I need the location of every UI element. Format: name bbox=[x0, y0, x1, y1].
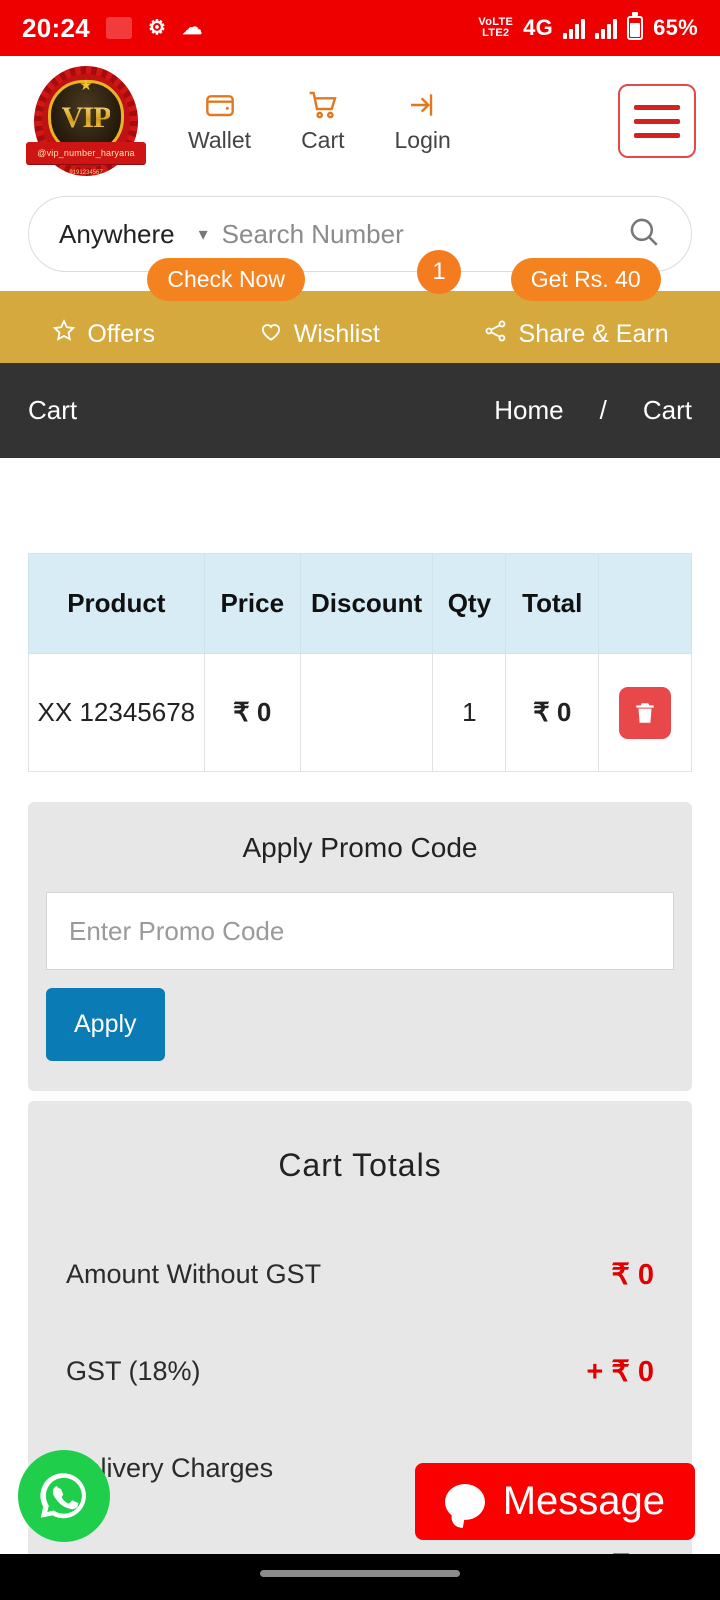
totals-label: Amount Without GST bbox=[66, 1259, 322, 1289]
cell-discount bbox=[299, 653, 434, 772]
quick-action-wishlist[interactable]: Wishlist bbox=[258, 318, 380, 351]
apply-promo-button[interactable]: Apply bbox=[46, 988, 165, 1061]
share-pill-badge[interactable]: Get Rs. 40 bbox=[510, 258, 661, 301]
breadcrumb-trail: Home / Cart bbox=[494, 395, 692, 426]
hamburger-bar bbox=[634, 104, 680, 110]
totals-value: + ₹ 0 bbox=[586, 1356, 654, 1388]
quick-action-offers[interactable]: Check Now Offers bbox=[51, 258, 305, 351]
promo-card: Apply Promo Code Apply bbox=[28, 802, 692, 1091]
battery-icon bbox=[627, 12, 644, 40]
page-title: Cart bbox=[28, 395, 78, 425]
col-price: Price bbox=[203, 553, 301, 654]
header-nav: Wallet Cart Login bbox=[188, 89, 451, 154]
volte-icon: VoLTE LTE2 bbox=[478, 16, 514, 39]
chat-bubble-icon bbox=[444, 1483, 485, 1520]
status-bar-right: VoLTE LTE2 4G 65% bbox=[478, 12, 698, 41]
android-nav-bar bbox=[0, 1554, 720, 1600]
site-header: VIP ★ @vip_number_haryana 9191234567 Wal… bbox=[0, 56, 720, 186]
totals-row-amount-without-gst: Amount Without GST ₹ 0 bbox=[66, 1226, 654, 1323]
phone-screen: 20:24 ⚙ ☁ VoLTE LTE2 4G 65% VIP ★ @vip_n bbox=[0, 0, 720, 1600]
nav-item-wallet-label: Wallet bbox=[188, 126, 252, 153]
table-header-row: Product Price Discount Qty Total bbox=[28, 553, 692, 654]
col-actions bbox=[598, 553, 692, 654]
heart-icon bbox=[258, 318, 284, 351]
wallet-icon bbox=[203, 89, 237, 121]
nav-item-cart-label: Cart bbox=[301, 126, 345, 153]
col-product: Product bbox=[28, 553, 205, 654]
totals-label: GST (18%) bbox=[66, 1356, 201, 1386]
logo-star-icon: ★ bbox=[79, 77, 93, 94]
cell-actions bbox=[598, 653, 692, 772]
breadcrumb-current: Cart bbox=[642, 395, 692, 425]
nav-item-wallet[interactable]: Wallet bbox=[188, 89, 251, 154]
promo-title: Apply Promo Code bbox=[242, 832, 478, 863]
hamburger-bar bbox=[634, 132, 680, 138]
col-qty: Qty bbox=[432, 553, 507, 654]
table-row: XX 12345678 ₹ 0 1 ₹ 0 bbox=[28, 653, 692, 772]
logo-ribbon: @vip_number_haryana bbox=[26, 142, 146, 164]
status-bar-left: 20:24 ⚙ ☁ bbox=[22, 13, 203, 44]
search-icon[interactable] bbox=[627, 215, 661, 254]
signal-bars-2-icon bbox=[595, 17, 618, 39]
breadcrumb-home-link[interactable]: Home bbox=[494, 395, 563, 426]
quick-actions-bar: Check Now Offers Wishlist Get Rs. 40 Sha… bbox=[0, 258, 720, 363]
logo-text: VIP bbox=[61, 101, 112, 134]
breadcrumb: Cart Home / Cart bbox=[0, 363, 720, 458]
settings-gear-icon: ⚙ bbox=[148, 17, 167, 39]
quick-action-offers-label: Offers bbox=[87, 320, 155, 348]
cloud-icon: ☁ bbox=[182, 17, 203, 39]
message-button[interactable]: Message bbox=[414, 1463, 695, 1540]
nav-item-cart[interactable]: Cart bbox=[301, 89, 345, 154]
totals-row-gst: GST (18%) + ₹ 0 bbox=[66, 1323, 654, 1420]
cart-icon bbox=[306, 89, 340, 121]
status-time: 20:24 bbox=[22, 12, 90, 43]
totals-value: ₹ 0 bbox=[611, 1259, 654, 1291]
cell-product[interactable]: XX 12345678 bbox=[28, 653, 205, 772]
breadcrumb-separator: / bbox=[599, 395, 607, 425]
hamburger-bar bbox=[634, 118, 680, 124]
signal-bars-1-icon bbox=[563, 17, 586, 39]
notification-chip-icon bbox=[106, 17, 132, 39]
cell-total: ₹ 0 bbox=[505, 653, 600, 772]
home-indicator[interactable] bbox=[260, 1570, 460, 1577]
location-select-value[interactable]: Anywhere bbox=[59, 219, 175, 250]
battery-percent: 65% bbox=[653, 15, 698, 40]
nav-item-login-label: Login bbox=[394, 126, 451, 153]
hamburger-icon[interactable] bbox=[618, 84, 696, 158]
search-count-badge: 1 bbox=[417, 250, 461, 294]
logo-subtext: 9191234567 bbox=[69, 170, 103, 176]
nav-item-login[interactable]: Login bbox=[395, 89, 451, 154]
search-input[interactable] bbox=[221, 218, 627, 250]
cart-table: Product Price Discount Qty Total XX 1234… bbox=[28, 553, 692, 772]
col-discount: Discount bbox=[299, 553, 434, 654]
promo-input[interactable] bbox=[46, 892, 674, 970]
star-icon bbox=[51, 318, 77, 351]
site-logo[interactable]: VIP ★ @vip_number_haryana 9191234567 bbox=[24, 62, 148, 180]
cell-qty: 1 bbox=[432, 653, 507, 772]
cell-price: ₹ 0 bbox=[203, 653, 301, 772]
data-type-label: 4G bbox=[523, 15, 554, 40]
message-button-label: Message bbox=[502, 1479, 665, 1523]
offers-pill-badge[interactable]: Check Now bbox=[147, 258, 305, 301]
main-content: Product Price Discount Qty Total XX 1234… bbox=[0, 458, 720, 1600]
cart-table-head: Product Price Discount Qty Total bbox=[28, 553, 692, 654]
share-icon bbox=[483, 318, 509, 351]
cart-totals-title: Cart Totals bbox=[278, 1147, 442, 1183]
chevron-down-icon[interactable]: ▾ bbox=[199, 224, 208, 245]
whatsapp-icon[interactable] bbox=[18, 1450, 110, 1542]
col-total: Total bbox=[505, 553, 600, 654]
quick-action-wishlist-label: Wishlist bbox=[293, 320, 380, 348]
login-icon bbox=[406, 89, 440, 121]
quick-action-share[interactable]: Get Rs. 40 Share & Earn bbox=[483, 258, 669, 351]
status-bar: 20:24 ⚙ ☁ VoLTE LTE2 4G 65% bbox=[0, 0, 720, 56]
quick-action-share-label: Share & Earn bbox=[518, 320, 669, 348]
trash-icon[interactable] bbox=[619, 686, 672, 739]
cart-table-body: XX 12345678 ₹ 0 1 ₹ 0 bbox=[28, 653, 692, 772]
